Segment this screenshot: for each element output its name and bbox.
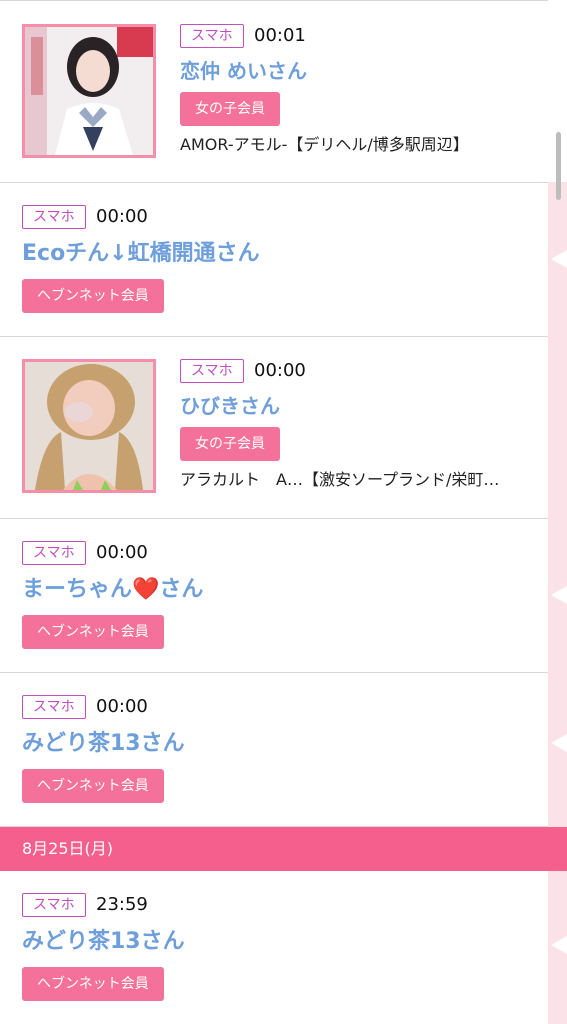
rail-marker-icon [551,250,567,268]
profile-thumbnail[interactable] [22,24,156,158]
shop-name[interactable]: アラカルト A…【激安ソープランド/栄町… [180,469,499,491]
post-time: 00:00 [96,542,148,563]
list-item[interactable]: スマホ 00:00 Ecoチん↓虹橋開通さん ヘブンネット会員 [0,183,548,337]
user-name[interactable]: 恋仲 めいさん [180,55,307,87]
device-badge: スマホ [22,893,86,917]
membership-badge: 女の子会員 [180,427,280,461]
post-time: 00:01 [254,25,306,46]
membership-badge: ヘブンネット会員 [22,615,164,649]
rail-marker-icon [551,734,567,752]
list-item[interactable]: スマホ 00:00 まーちゃん❤️さん ヘブンネット会員 [0,519,548,673]
message-feed: スマホ 00:01 恋仲 めいさん 女の子会員 AMOR-アモル-【デリヘル/博… [0,0,567,1024]
list-item[interactable]: スマホ 23:59 みどり茶13さん ヘブンネット会員 [0,871,548,1024]
list-item[interactable]: スマホ 00:00 ひびきさん 女の子会員 アラカルト A…【激安ソープランド/… [0,337,548,519]
user-name[interactable]: まーちゃん❤️さん [22,574,203,606]
rail-marker-icon [551,586,567,604]
device-badge: スマホ [22,541,86,565]
date-divider: 8月25日(月) [0,827,567,871]
user-name[interactable]: みどり茶13さん [22,926,185,958]
device-badge: スマホ [180,24,244,48]
device-badge: スマホ [22,695,86,719]
device-badge: スマホ [180,359,244,383]
membership-badge: ヘブンネット会員 [22,769,164,803]
post-time: 00:00 [96,206,148,227]
membership-badge: ヘブンネット会員 [22,279,164,313]
post-time: 00:00 [254,360,306,381]
right-side-rail [548,182,567,1024]
profile-photo [25,27,153,155]
user-name[interactable]: みどり茶13さん [22,728,185,760]
profile-photo [25,362,153,490]
membership-badge: ヘブンネット会員 [22,967,164,1001]
user-name[interactable]: ひびきさん [180,390,280,422]
shop-name[interactable]: AMOR-アモル-【デリヘル/博多駅周辺】 [180,134,469,156]
list-item[interactable]: スマホ 00:00 みどり茶13さん ヘブンネット会員 [0,673,548,827]
rail-marker-icon [551,936,567,954]
membership-badge: 女の子会員 [180,92,280,126]
scrollbar-thumb[interactable] [556,132,561,200]
profile-thumbnail[interactable] [22,359,156,493]
post-time: 00:00 [96,696,148,717]
device-badge: スマホ [22,205,86,229]
post-time: 23:59 [96,894,148,915]
list-item[interactable]: スマホ 00:01 恋仲 めいさん 女の子会員 AMOR-アモル-【デリヘル/博… [0,0,548,183]
user-name[interactable]: Ecoチん↓虹橋開通さん [22,238,260,270]
